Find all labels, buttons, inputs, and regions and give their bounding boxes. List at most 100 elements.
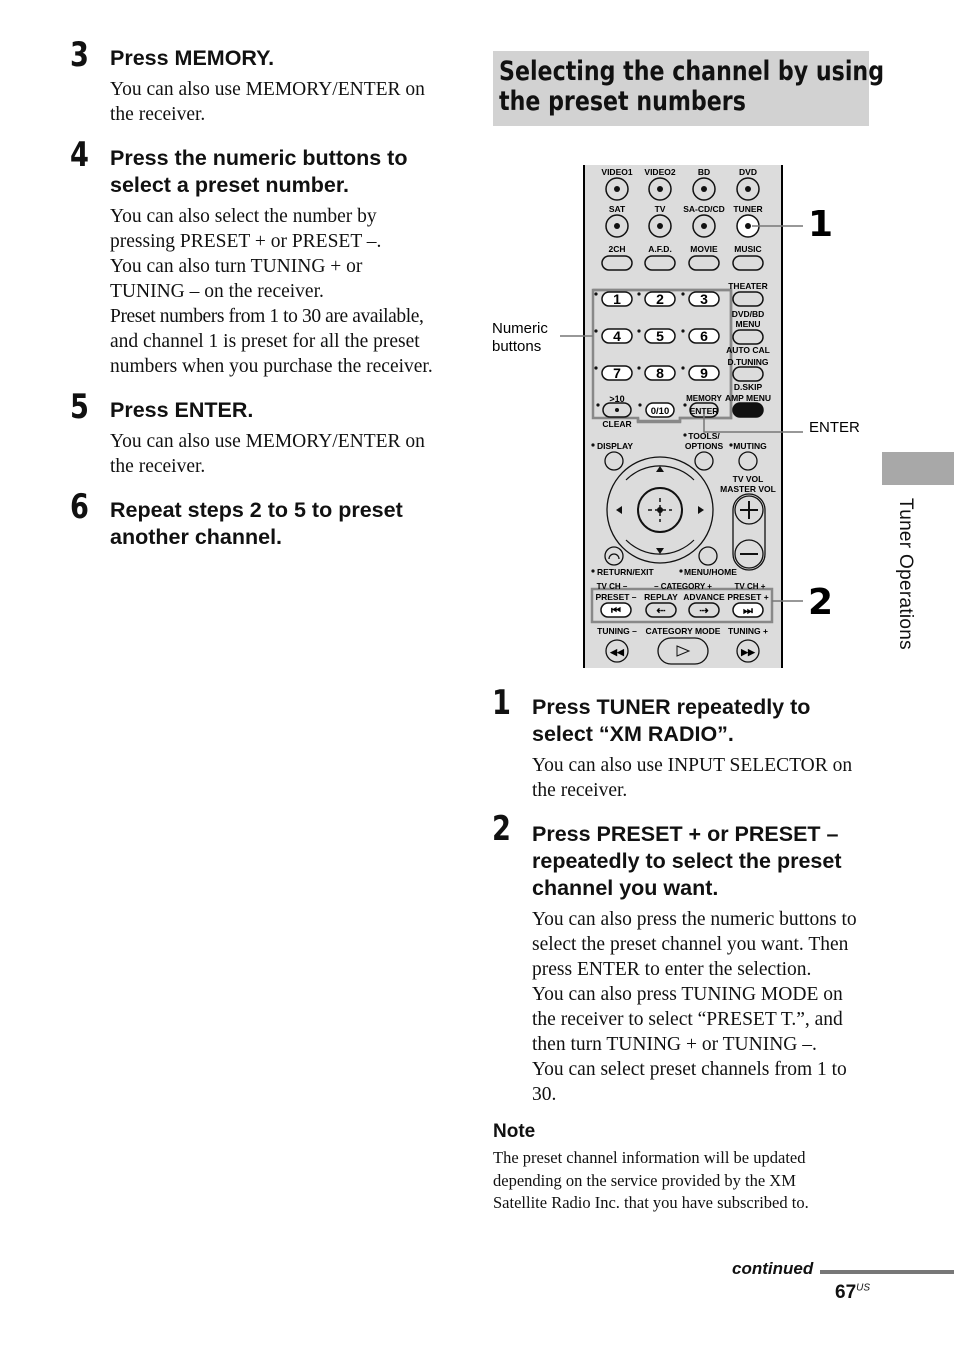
dot-icon xyxy=(594,366,598,370)
numeric-n4: 4 xyxy=(613,328,621,344)
display-button[interactable] xyxy=(604,451,624,471)
text-line: channel you want. xyxy=(532,876,719,900)
dot-icon xyxy=(657,507,663,513)
remote-label-theater: THEATER xyxy=(728,281,768,291)
remote-label-dvdbd: DVD/BD xyxy=(732,309,765,319)
dot-icon xyxy=(637,366,641,370)
remote-label-tvchplus: TV CH + xyxy=(735,582,766,591)
remote-label-video2: VIDEO2 xyxy=(644,167,675,177)
step-number: 1 xyxy=(492,683,511,723)
ch2-button[interactable] xyxy=(601,255,633,271)
remote-label-ch2: 2CH xyxy=(608,244,625,254)
remote-label-display: DISPLAY xyxy=(597,441,633,451)
remote-label-replay: REPLAY xyxy=(644,592,678,602)
numeric-n8: 8 xyxy=(656,365,664,381)
autocal-button[interactable] xyxy=(732,366,764,382)
remote-label-tuner: TUNER xyxy=(733,204,762,214)
text-line: then turn TUNING + or TUNING –. xyxy=(532,1034,817,1055)
note-title: Note xyxy=(493,1121,536,1142)
numeric-n9: 9 xyxy=(700,365,708,381)
remote-label-ampmenu: AMP MENU xyxy=(725,393,771,403)
prev-icon: ⏮ xyxy=(611,605,621,617)
remote-label-categorymode: CATEGORY MODE xyxy=(646,626,721,636)
remote-label-tuningplus: TUNING + xyxy=(728,626,768,636)
numeric-n7: 7 xyxy=(613,365,621,381)
remote-label-category: – CATEGORY + xyxy=(654,582,712,591)
text-line: depending on the service provided by the… xyxy=(493,1170,796,1190)
ampmenu-button[interactable] xyxy=(732,402,764,418)
numeric-n6: 6 xyxy=(700,328,708,344)
remote-label-clear: CLEAR xyxy=(602,419,631,429)
callout-numeric: buttons xyxy=(492,338,541,355)
tools-button[interactable] xyxy=(694,451,714,471)
dvdbd-button[interactable] xyxy=(732,329,764,345)
dot-icon xyxy=(745,223,751,229)
remote-label-music: MUSIC xyxy=(734,244,761,254)
callout-numeric: Numeric xyxy=(492,320,548,337)
remote-label-returnexit: RETURN/EXIT xyxy=(597,567,654,577)
callout-2: 2 xyxy=(808,582,833,623)
text-line: You can also use INPUT SELECTOR on xyxy=(532,755,853,776)
note-body: The preset channel information will be u… xyxy=(493,1147,809,1215)
side-tab-label: Tuner Operations xyxy=(895,498,916,650)
muting-button[interactable] xyxy=(738,451,758,471)
movie-button[interactable] xyxy=(688,255,720,271)
remote-label-dtuning: D.TUNING xyxy=(727,357,768,367)
page-number: 67US xyxy=(835,1282,870,1304)
music-button[interactable] xyxy=(732,255,764,271)
text-line: press ENTER to enter the selection. xyxy=(532,959,812,980)
numeric-n3: 3 xyxy=(700,291,708,307)
remote-label-dvd: DVD xyxy=(739,167,757,177)
callout-1: 1 xyxy=(808,204,833,245)
dot-icon xyxy=(681,366,685,370)
dot-icon xyxy=(637,292,641,296)
text-line: repeatedly to select the preset xyxy=(532,849,842,873)
dot-icon xyxy=(683,433,687,437)
remote-label-movie: MOVIE xyxy=(690,244,718,254)
dot-icon xyxy=(594,329,598,333)
text-line: select “XM RADIO”. xyxy=(532,722,734,746)
remote-label-presetminus: PRESET – xyxy=(595,592,636,602)
continued-bar xyxy=(820,1270,954,1274)
dot-icon xyxy=(657,186,663,192)
dot-icon xyxy=(615,408,619,412)
fast-forward-icon: ▶▶ xyxy=(740,647,756,657)
dot-icon xyxy=(679,569,683,573)
dot-icon xyxy=(591,569,595,573)
menu-home-button[interactable] xyxy=(698,546,718,566)
manual-page: 3 Press MEMORY. You can also use MEMORY/… xyxy=(0,0,954,1352)
numeric-n1: 1 xyxy=(613,291,621,307)
dot-icon xyxy=(681,329,685,333)
step-number: 2 xyxy=(492,809,511,849)
text-line: the receiver to select “PRESET T.”, and xyxy=(532,1009,843,1030)
theater-button[interactable] xyxy=(732,291,764,307)
dot-icon xyxy=(681,292,685,296)
page-number-value: 67 xyxy=(835,1282,857,1303)
dot-icon xyxy=(701,223,707,229)
return-button[interactable] xyxy=(604,546,624,566)
text-line: You can also press TUNING MODE on xyxy=(532,984,843,1005)
callout-enter: ENTER xyxy=(809,419,860,436)
remote-label-menuhome: MENU/HOME xyxy=(684,567,737,577)
text-line: The preset channel information will be u… xyxy=(493,1148,806,1167)
remote-label-video1: VIDEO1 xyxy=(601,167,632,177)
step-body: You can also press the numeric buttons t… xyxy=(532,907,857,1107)
continued-label: continued xyxy=(732,1259,814,1278)
dot-icon xyxy=(701,186,707,192)
dot-icon xyxy=(614,223,620,229)
dot-icon xyxy=(594,292,598,296)
numeric-n5: 5 xyxy=(656,328,664,344)
remote-label-afd: A.F.D. xyxy=(648,244,672,254)
side-tab-marker xyxy=(882,452,954,485)
dot-icon xyxy=(591,443,595,447)
dot-icon xyxy=(614,186,620,192)
remote-label-presetplus: PRESET + xyxy=(727,592,768,602)
remote-label-tuningminus: TUNING – xyxy=(597,626,637,636)
category-mode-button[interactable] xyxy=(657,637,709,665)
afd-button[interactable] xyxy=(644,255,676,271)
remote-label-dskip: D.SKIP xyxy=(734,382,763,392)
remote-label-sat: SAT xyxy=(609,204,626,214)
text-line: Satellite Radio Inc. that you have subsc… xyxy=(493,1193,809,1212)
dot-icon xyxy=(637,329,641,333)
remote-label-advance: ADVANCE xyxy=(683,592,725,602)
